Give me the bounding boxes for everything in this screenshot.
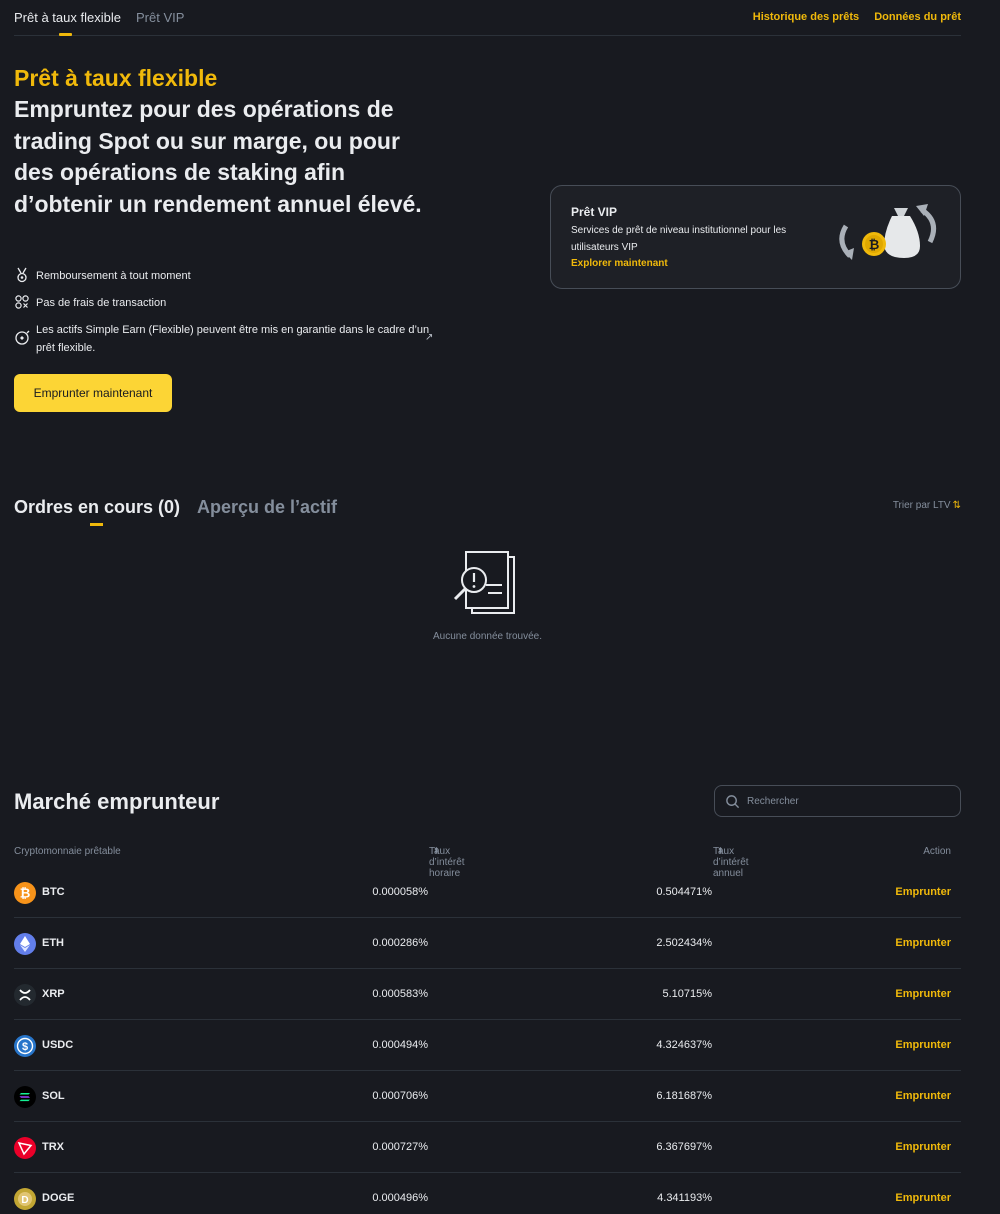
hourly-rate: 0.000286% <box>372 937 428 949</box>
coin-symbol: XRP <box>42 988 65 1000</box>
tab-open-orders[interactable]: Ordres en cours (0) <box>14 497 180 518</box>
svg-text:D: D <box>21 1195 28 1206</box>
col-coin: Cryptomonnaie prêtable <box>14 846 121 857</box>
hourly-rate: 0.000058% <box>372 886 428 898</box>
xrp-icon <box>14 984 36 1006</box>
sort-arrows-icon: ⇅ <box>952 500 961 511</box>
no-data-icon <box>453 551 515 614</box>
loan-data-link[interactable]: Données du prêt <box>874 11 961 23</box>
borrow-button[interactable]: Emprunter <box>895 1039 951 1051</box>
hero-title: Prêt à taux flexible <box>14 65 218 91</box>
feature-repay: Remboursement à tout moment <box>14 267 436 286</box>
hourly-rate: 0.000496% <box>372 1192 428 1204</box>
external-link-icon[interactable]: ↗ <box>425 332 433 343</box>
tab-asset-overview[interactable]: Aperçu de l’actif <box>197 497 337 518</box>
annual-rate: 6.181687% <box>656 1090 712 1102</box>
collateral-icon <box>15 330 30 345</box>
top-nav: Prêt à taux flexible Prêt VIP Historique… <box>14 0 961 36</box>
table-row: D DOGE 0.000496% 4.341193% Emprunter <box>14 1173 961 1214</box>
hourly-rate: 0.000727% <box>372 1141 428 1153</box>
explore-now-link[interactable]: Explorer maintenant <box>571 258 668 269</box>
search-icon <box>726 794 740 808</box>
market-title: Marché emprunteur <box>14 789 220 814</box>
table-row: ETH 0.000286% 2.502434% Emprunter <box>14 918 961 969</box>
sort-icon: ⬍ <box>717 846 724 855</box>
feature-text: Remboursement à tout moment <box>36 270 191 282</box>
search-input[interactable] <box>747 795 947 807</box>
table-row: SOL 0.000706% 6.181687% Emprunter <box>14 1071 961 1122</box>
sort-icon: ⬍ <box>433 846 440 855</box>
doge-icon: D <box>14 1188 36 1210</box>
coin-symbol: SOL <box>42 1090 65 1102</box>
trx-icon <box>14 1137 36 1159</box>
tab-vip-loan[interactable]: Prêt VIP <box>136 10 184 25</box>
table-header: Cryptomonnaie prêtable Taux d’intérêt ho… <box>14 846 951 879</box>
annual-rate: 4.341193% <box>657 1192 712 1204</box>
borrow-button[interactable]: Emprunter <box>895 886 951 898</box>
borrow-button[interactable]: Emprunter <box>895 1192 951 1204</box>
borrow-button[interactable]: Emprunter <box>895 988 951 1000</box>
annual-rate: 2.502434% <box>656 937 712 949</box>
vip-card-description: Services de prêt de niveau institutionne… <box>571 225 787 253</box>
table-row: ₿ BTC 0.000058% 0.504471% Emprunter <box>14 867 961 918</box>
borrow-now-button[interactable]: Emprunter maintenant <box>14 374 172 412</box>
sort-by-ltv-button[interactable]: Trier par LTV ⇅ <box>893 500 961 511</box>
feature-collateral: Les actifs Simple Earn (Flexible) peuven… <box>14 322 436 357</box>
svg-text:$: $ <box>22 1041 28 1053</box>
btc-icon: ₿ <box>14 882 36 904</box>
hourly-rate: 0.000494% <box>372 1039 428 1051</box>
orders-tab-indicator <box>90 523 103 526</box>
svg-text:₿: ₿ <box>20 886 31 901</box>
vip-card-title: Prêt VIP <box>571 205 618 219</box>
coin-symbol: USDC <box>42 1039 74 1051</box>
table-row: TRX 0.000727% 6.367697% Emprunter <box>14 1122 961 1173</box>
search-box[interactable] <box>714 785 961 817</box>
loan-history-link[interactable]: Historique des prêts <box>753 11 859 23</box>
borrow-button[interactable]: Emprunter <box>895 1090 951 1102</box>
col-action: Action <box>923 846 951 857</box>
active-tab-indicator <box>59 33 72 36</box>
hourly-rate: 0.000706% <box>372 1090 428 1102</box>
tab-flexible-loan[interactable]: Prêt à taux flexible <box>14 10 121 25</box>
feature-text: Les actifs Simple Earn (Flexible) peuven… <box>36 324 430 354</box>
eth-icon <box>14 933 36 955</box>
borrow-button[interactable]: Emprunter <box>895 937 951 949</box>
annual-rate: 5.10715% <box>662 988 712 1000</box>
annual-rate: 6.367697% <box>656 1141 712 1153</box>
annual-rate: 0.504471% <box>656 886 712 898</box>
vip-loan-card[interactable]: Prêt VIP Services de prêt de niveau inst… <box>550 185 961 289</box>
sol-icon <box>14 1086 36 1108</box>
coin-symbol: BTC <box>42 886 65 898</box>
hourly-rate: 0.000583% <box>372 988 428 1000</box>
money-bag-illustration: ₿ <box>839 204 937 260</box>
sort-label: Trier par LTV <box>892 500 951 511</box>
table-row: $ USDC 0.000494% 4.324637% Emprunter <box>14 1020 961 1071</box>
coin-symbol: ETH <box>42 937 64 949</box>
medal-icon <box>17 267 27 283</box>
coin-symbol: TRX <box>42 1141 64 1153</box>
empty-state-text: Aucune donnée trouvée. <box>433 631 542 642</box>
coins-icon <box>15 295 29 309</box>
top-links: Historique des prêts Données du prêt <box>741 11 961 23</box>
table-row: XRP 0.000583% 5.10715% Emprunter <box>14 969 961 1020</box>
annual-rate: 4.324637% <box>656 1039 712 1051</box>
hero-subtitle: Empruntez pour des opérations de trading… <box>14 96 422 217</box>
svg-text:₿: ₿ <box>869 237 880 252</box>
page: Prêt à taux flexible Prêt VIP Historique… <box>14 0 961 1210</box>
borrow-button[interactable]: Emprunter <box>895 1141 951 1153</box>
coin-symbol: DOGE <box>42 1192 75 1204</box>
usdc-icon: $ <box>14 1035 36 1057</box>
market-table: ₿ BTC 0.000058% 0.504471% Emprunter ETH 0.0002… <box>14 867 961 1214</box>
feature-text: Pas de frais de transaction <box>36 297 167 309</box>
feature-no-fees: Pas de frais de transaction <box>14 295 436 313</box>
